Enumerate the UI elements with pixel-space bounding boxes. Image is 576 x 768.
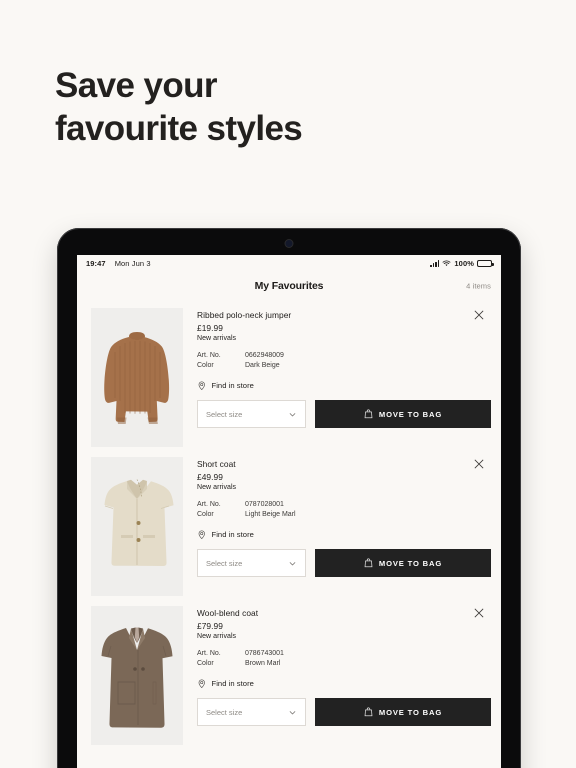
remove-item-button[interactable] (471, 456, 487, 472)
remove-item-button[interactable] (471, 605, 487, 621)
size-select-value: Select size (206, 409, 243, 419)
location-pin-icon (198, 530, 205, 539)
meta-label-color: Color (197, 511, 214, 518)
shopping-bag-icon (364, 409, 373, 419)
product-name[interactable]: Ribbed polo-neck jumper (197, 310, 491, 320)
move-to-bag-button[interactable]: MOVE TO BAG (315, 698, 491, 726)
product-image[interactable] (91, 308, 183, 447)
product-tag: New arrivals (197, 334, 237, 342)
product-image[interactable] (91, 606, 183, 745)
favourite-list-item: Wool-blend coat £79.99 New arrivals Art.… (77, 597, 501, 746)
meta-row-color: Color Light Beige Marl (197, 510, 491, 521)
meta-value-color: Light Beige Marl (245, 511, 296, 518)
battery-percent-label: 100% (454, 259, 474, 268)
product-price: £79.99 (197, 620, 223, 631)
product-details: Ribbed polo-neck jumper £19.99 New arriv… (183, 308, 491, 448)
status-time: 19:47 (86, 259, 106, 268)
product-details: Wool-blend coat £79.99 New arrivals Art.… (183, 606, 491, 746)
device-screen: 19:47 Mon Jun 3 100% My Favourites 4 ite… (77, 255, 501, 768)
favourite-list-item: Short coat £49.99 New arrivals Art. No. … (77, 448, 501, 597)
meta-label-art-no: Art. No. (197, 351, 221, 359)
find-in-store-label: Find in store (211, 529, 254, 539)
short-coat-illustration (91, 457, 183, 596)
product-name[interactable]: Short coat (197, 459, 491, 469)
shopping-bag-icon (364, 558, 373, 568)
move-to-bag-button[interactable]: MOVE TO BAG (315, 400, 491, 428)
meta-label-color: Color (197, 660, 214, 667)
headline-line-2: favourite styles (55, 109, 303, 149)
find-in-store-label: Find in store (211, 678, 254, 688)
size-select[interactable]: Select size (197, 400, 306, 428)
favourites-item-count: 4 items (466, 281, 491, 290)
find-in-store-link[interactable]: Find in store (197, 679, 491, 689)
location-pin-icon (198, 381, 205, 390)
page-root: Save your favourite styles 19:47 Mon Jun… (0, 0, 576, 768)
meta-label-art-no: Art. No. (197, 500, 221, 508)
find-in-store-label: Find in store (211, 380, 254, 390)
product-actions: Select size MOVE TO BAG (197, 400, 491, 428)
meta-value-art-no: 0662948009 (245, 351, 284, 359)
tablet-device-frame: 19:47 Mon Jun 3 100% My Favourites 4 ite… (57, 228, 521, 768)
product-details: Short coat £49.99 New arrivals Art. No. … (183, 457, 491, 597)
meta-label-art-no: Art. No. (197, 649, 221, 657)
meta-row-art-no: Art. No. 0662948009 (197, 351, 491, 362)
app-header: My Favourites 4 items (77, 272, 501, 299)
app-page-title: My Favourites (254, 279, 324, 292)
meta-row-art-no: Art. No. 0786743001 (197, 649, 491, 660)
location-pin-icon (198, 679, 205, 688)
meta-row-art-no: Art. No. 0787028001 (197, 500, 491, 511)
meta-value-art-no: 0787028001 (245, 500, 284, 508)
size-select[interactable]: Select size (197, 698, 306, 726)
status-indicators: 100% (430, 259, 494, 268)
favourites-list: Ribbed polo-neck jumper £19.99 New arriv… (77, 299, 501, 746)
close-icon (474, 459, 484, 469)
move-to-bag-label: MOVE TO BAG (378, 409, 443, 419)
product-name[interactable]: Wool-blend coat (197, 608, 491, 618)
shopping-bag-icon (364, 707, 373, 717)
cellular-signal-icon (430, 260, 440, 267)
front-camera-icon (285, 240, 293, 247)
move-to-bag-button[interactable]: MOVE TO BAG (315, 549, 491, 577)
product-meta: Art. No. 0787028001 Color Light Beige Ma… (197, 500, 491, 521)
chevron-down-icon (289, 561, 296, 566)
product-image[interactable] (91, 457, 183, 596)
move-to-bag-label: MOVE TO BAG (378, 558, 443, 568)
chevron-down-icon (289, 412, 296, 417)
long-coat-illustration (91, 606, 183, 745)
wifi-icon (442, 260, 451, 266)
product-tag: New arrivals (197, 632, 237, 640)
meta-value-art-no: 0786743001 (245, 649, 284, 657)
meta-row-color: Color Brown Marl (197, 659, 491, 670)
product-actions: Select size MOVE TO BAG (197, 549, 491, 577)
remove-item-button[interactable] (471, 307, 487, 323)
meta-row-color: Color Dark Beige (197, 361, 491, 372)
meta-label-color: Color (197, 362, 214, 369)
close-icon (474, 310, 484, 320)
find-in-store-link[interactable]: Find in store (197, 530, 491, 540)
product-tag: New arrivals (197, 483, 237, 491)
meta-value-color: Brown Marl (245, 660, 281, 667)
product-price: £19.99 (197, 322, 223, 333)
product-meta: Art. No. 0662948009 Color Dark Beige (197, 351, 491, 372)
size-select-value: Select size (206, 707, 243, 717)
favourite-list-item: Ribbed polo-neck jumper £19.99 New arriv… (77, 299, 501, 448)
jumper-illustration (91, 308, 183, 447)
headline-line-1: Save your (55, 66, 218, 105)
product-actions: Select size MOVE TO BAG (197, 698, 491, 726)
product-meta: Art. No. 0786743001 Color Brown Marl (197, 649, 491, 670)
status-date: Mon Jun 3 (114, 259, 151, 268)
product-price: £49.99 (197, 471, 223, 482)
chevron-down-icon (289, 710, 296, 715)
page-title: Save your favourite styles (55, 64, 303, 151)
meta-value-color: Dark Beige (245, 362, 280, 369)
status-bar: 19:47 Mon Jun 3 100% (77, 255, 501, 272)
move-to-bag-label: MOVE TO BAG (378, 707, 443, 717)
size-select[interactable]: Select size (197, 549, 306, 577)
size-select-value: Select size (206, 558, 243, 568)
close-icon (474, 608, 484, 618)
find-in-store-link[interactable]: Find in store (197, 381, 491, 391)
battery-full-icon (477, 259, 494, 268)
